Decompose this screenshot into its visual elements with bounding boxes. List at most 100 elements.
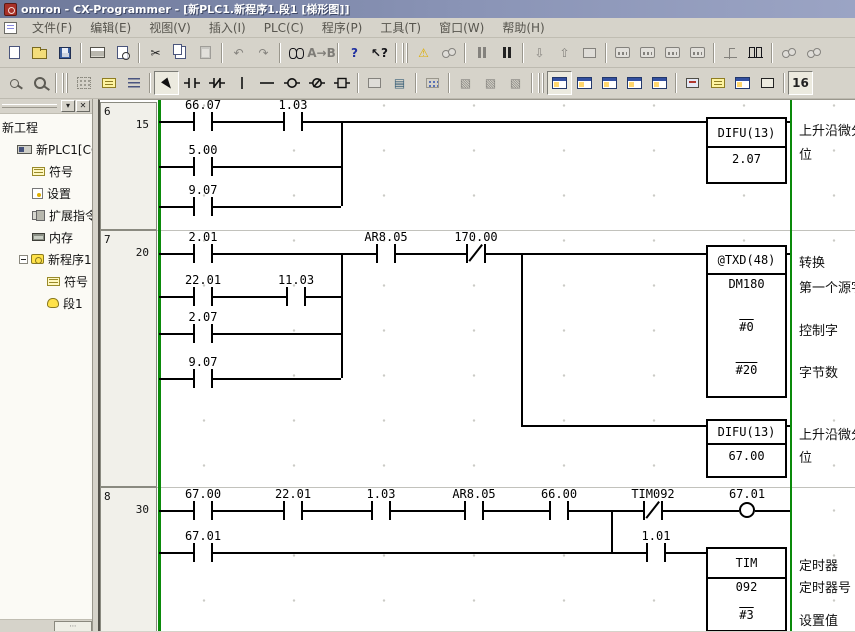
open-contact-66.07[interactable] bbox=[193, 112, 213, 131]
ladder-canvas[interactable]: 61572083066.071.035.009.072.01AR8.05170.… bbox=[99, 100, 855, 631]
open-contact-22.01[interactable] bbox=[283, 501, 303, 520]
toolbar-handle[interactable] bbox=[538, 73, 545, 93]
menu-7[interactable]: 窗口(W) bbox=[430, 17, 493, 38]
time-chart-monitor-button[interactable] bbox=[743, 41, 768, 65]
replace-button[interactable]: A→B bbox=[309, 41, 334, 65]
tree-item-memory[interactable]: 内存 bbox=[0, 226, 92, 248]
dialog-view-button[interactable] bbox=[755, 71, 780, 95]
instruction-block-TIM[interactable]: TIM092#3 bbox=[706, 547, 787, 631]
io-comment-grid-button[interactable] bbox=[420, 71, 445, 95]
workspace-window-button[interactable] bbox=[547, 71, 572, 95]
expander-minus-icon[interactable] bbox=[19, 255, 28, 264]
compare-button[interactable] bbox=[577, 41, 602, 65]
monitor-mode-button[interactable] bbox=[660, 41, 685, 65]
open-button[interactable] bbox=[27, 41, 52, 65]
vertical-line-tool-button[interactable] bbox=[229, 71, 254, 95]
instruction-block-DIFU13[interactable]: DIFU(13)67.00 bbox=[706, 419, 787, 478]
cross-reference-button[interactable] bbox=[622, 71, 647, 95]
tree-item-expansion-instructions[interactable]: 扩展指令 bbox=[0, 204, 92, 226]
force-set-button[interactable] bbox=[776, 41, 801, 65]
tree-item-program1[interactable]: 新程序1 bbox=[0, 248, 92, 270]
open-contact-22.01[interactable] bbox=[193, 287, 213, 306]
upload-button[interactable]: ⇧ bbox=[552, 41, 577, 65]
open-coil-tool-button[interactable] bbox=[279, 71, 304, 95]
open-contact-AR8.05[interactable] bbox=[376, 244, 396, 263]
open-contact-11.03[interactable] bbox=[286, 287, 306, 306]
local-window-button[interactable] bbox=[647, 71, 672, 95]
copy-button[interactable] bbox=[168, 41, 193, 65]
menu-8[interactable]: 帮助(H) bbox=[493, 17, 553, 38]
output-window-button[interactable] bbox=[572, 71, 597, 95]
symbol-verify-button[interactable]: ▧ bbox=[503, 71, 528, 95]
open-contact-9.07[interactable] bbox=[193, 197, 213, 216]
edit-mode-button[interactable] bbox=[362, 71, 387, 95]
tree-item-symbols[interactable]: 符号 bbox=[0, 160, 92, 182]
rung-margin-8[interactable]: 830 bbox=[100, 487, 157, 631]
cut-button[interactable]: ✂ bbox=[143, 41, 168, 65]
open-contact-66.00[interactable] bbox=[549, 501, 569, 520]
compile-button[interactable]: ⚠ bbox=[411, 41, 436, 65]
tree-item-plc[interactable]: 新PLC1[CQM1] bbox=[0, 138, 92, 160]
menu-5[interactable]: 程序(P) bbox=[313, 17, 372, 38]
rung-annotation-button[interactable] bbox=[121, 71, 146, 95]
help-button[interactable]: ? bbox=[342, 41, 367, 65]
tree-item-program1-symbols[interactable]: 符号 bbox=[0, 270, 92, 292]
watch-window-button[interactable] bbox=[597, 71, 622, 95]
workspace-tab[interactable]: ⋯ bbox=[54, 621, 92, 631]
open-contact-tool-button[interactable] bbox=[179, 71, 204, 95]
rung-margin-6[interactable]: 615 bbox=[100, 102, 157, 230]
open-contact-2.01[interactable] bbox=[193, 244, 213, 263]
open-contact-67.00[interactable] bbox=[193, 501, 213, 520]
instruction-block-TXD48[interactable]: @TXD(48)DM180#0#20 bbox=[706, 245, 787, 398]
dock-menu-button[interactable]: ▾ bbox=[61, 100, 75, 112]
hex-monitor-button[interactable]: 16 bbox=[788, 71, 813, 95]
menu-6[interactable]: 工具(T) bbox=[371, 17, 430, 38]
program-mode-button[interactable] bbox=[610, 41, 635, 65]
closed-contact-tool-button[interactable] bbox=[204, 71, 229, 95]
comment-list-button[interactable] bbox=[705, 71, 730, 95]
save-button[interactable] bbox=[52, 41, 77, 65]
open-contact-2.07[interactable] bbox=[193, 324, 213, 343]
new-button[interactable] bbox=[2, 41, 27, 65]
force-release-button[interactable] bbox=[801, 41, 826, 65]
menu-3[interactable]: 插入(I) bbox=[200, 17, 255, 38]
find-button[interactable] bbox=[284, 41, 309, 65]
paste-button[interactable] bbox=[193, 41, 218, 65]
document-icon[interactable] bbox=[4, 22, 17, 34]
stack-view-button[interactable]: ▤ bbox=[387, 71, 412, 95]
instruction-tool-button[interactable] bbox=[329, 71, 354, 95]
horizontal-line-tool-button[interactable] bbox=[254, 71, 279, 95]
grid-toggle-button[interactable] bbox=[71, 71, 96, 95]
redo-button[interactable]: ↷ bbox=[251, 41, 276, 65]
tree-item-project[interactable]: 新工程 bbox=[0, 116, 92, 138]
run-mode-button[interactable] bbox=[685, 41, 710, 65]
print-button[interactable] bbox=[85, 41, 110, 65]
open-contact-1.03[interactable] bbox=[283, 112, 303, 131]
select-tool-button[interactable] bbox=[154, 71, 179, 95]
symbol-copy-button[interactable]: ▧ bbox=[453, 71, 478, 95]
download-button[interactable]: ⇩ bbox=[527, 41, 552, 65]
pause-monitor-button[interactable] bbox=[469, 41, 494, 65]
online-work-button[interactable] bbox=[436, 41, 461, 65]
pause-button[interactable] bbox=[494, 41, 519, 65]
toolbar-handle[interactable] bbox=[62, 73, 69, 93]
instruction-block-DIFU13[interactable]: DIFU(13)2.07 bbox=[706, 117, 787, 184]
open-contact-1.03[interactable] bbox=[371, 501, 391, 520]
io-table-button[interactable] bbox=[730, 71, 755, 95]
menu-4[interactable]: PLC(C) bbox=[255, 19, 313, 37]
closed-contact-TIM092[interactable] bbox=[643, 501, 663, 520]
drag-grip[interactable] bbox=[2, 104, 57, 108]
tree-item-section1[interactable]: 段1 bbox=[0, 292, 92, 314]
menu-1[interactable]: 编辑(E) bbox=[81, 17, 140, 38]
open-contact-1.01[interactable] bbox=[646, 543, 666, 562]
symbol-delete-button[interactable]: ▧ bbox=[478, 71, 503, 95]
closed-contact-170.00[interactable] bbox=[466, 244, 486, 263]
rung-margin-7[interactable]: 720 bbox=[100, 230, 157, 487]
show-comments-button[interactable] bbox=[96, 71, 121, 95]
debug-mode-button[interactable] bbox=[635, 41, 660, 65]
open-contact-67.01[interactable] bbox=[193, 543, 213, 562]
undo-button[interactable]: ↶ bbox=[226, 41, 251, 65]
menu-2[interactable]: 视图(V) bbox=[140, 17, 200, 38]
print-preview-button[interactable] bbox=[110, 41, 135, 65]
monitor-view-button[interactable] bbox=[680, 71, 705, 95]
